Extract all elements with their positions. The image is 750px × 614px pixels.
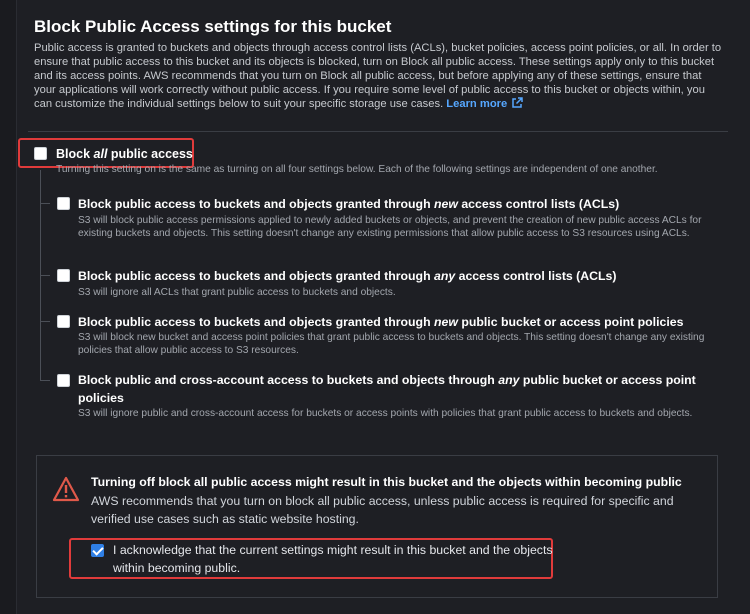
option-any-policies-checkbox[interactable] (57, 374, 70, 387)
tree-branch (40, 203, 50, 204)
external-link-icon (512, 97, 523, 108)
option-new-policies-label: Block public access to buckets and objec… (78, 315, 684, 329)
option-any-acls-description: S3 will ignore all ACLs that grant publi… (78, 287, 396, 298)
section-description: Public access is granted to buckets and … (34, 41, 724, 111)
option-any-policies-label: Block public and cross-account access to… (78, 373, 696, 405)
tree-branch (40, 275, 50, 276)
section-divider (28, 131, 728, 132)
option-new-policies-description: S3 will block new bucket and access poin… (78, 332, 705, 356)
section-description-text: Public access is granted to buckets and … (34, 42, 722, 110)
option-any-policies-description: S3 will ignore public and cross-account … (78, 408, 693, 419)
option-new-policies-checkbox[interactable] (57, 315, 70, 328)
acknowledge-label: I acknowledge that the current settings … (113, 543, 553, 575)
block-all-checkbox[interactable] (34, 147, 47, 160)
warning-body: AWS recommends that you turn on block al… (91, 494, 674, 526)
warning-triangle-icon (52, 476, 80, 502)
warning-title: Turning off block all public access migh… (91, 475, 682, 489)
option-new-acls-description: S3 will block public access permissions … (78, 215, 702, 239)
block-all-description: Turning this setting on is the same as t… (56, 164, 658, 175)
tree-branch (40, 321, 50, 322)
option-any-acls-label: Block public access to buckets and objec… (78, 269, 617, 283)
tree-branch (40, 380, 50, 381)
section-title: Block Public Access settings for this bu… (34, 17, 392, 36)
option-new-acls-checkbox[interactable] (57, 197, 70, 210)
acknowledge-checkbox[interactable] (91, 544, 104, 557)
block-all-label: Block all public access (56, 147, 193, 161)
learn-more-link[interactable]: Learn more (446, 97, 523, 110)
option-any-acls-checkbox[interactable] (57, 269, 70, 282)
option-new-acls-label: Block public access to buckets and objec… (78, 197, 620, 211)
